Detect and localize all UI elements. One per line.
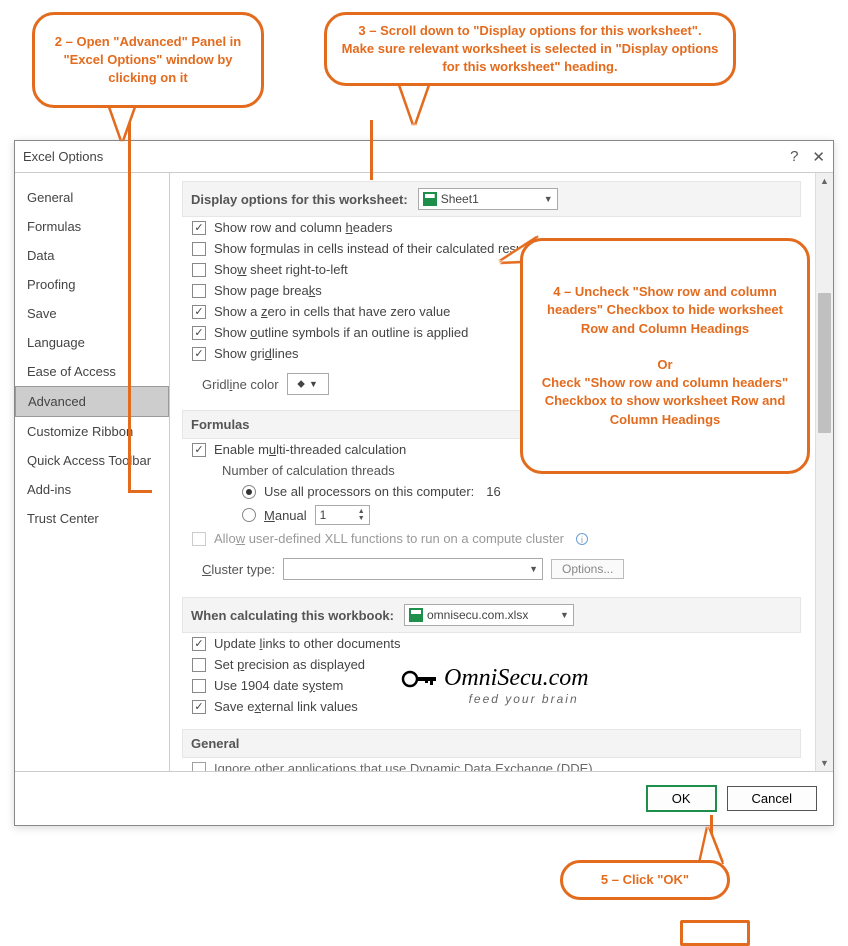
excel-workbook-icon <box>409 608 423 622</box>
callout-3-connector <box>370 120 373 180</box>
gridline-color-label: Gridline color <box>202 377 279 392</box>
color-swatch-icon: ⬥ <box>297 378 305 391</box>
callout-5: 5 – Click "OK" <box>560 860 730 900</box>
section-display-worksheet: Display options for this worksheet: Shee… <box>182 181 801 217</box>
gridline-color-picker[interactable]: ⬥ ▼ <box>287 373 329 395</box>
checkbox-icon <box>192 700 206 714</box>
checkbox-icon <box>192 326 206 340</box>
workbook-name: omnisecu.com.xlsx <box>427 608 528 622</box>
callout-2-tail <box>110 106 134 140</box>
manual-threads-spinner[interactable]: 1 ▲▼ <box>315 505 370 525</box>
excel-sheet-icon <box>423 192 437 206</box>
chevron-down-icon: ▼ <box>560 610 569 620</box>
checkbox-icon <box>192 532 206 546</box>
cluster-type-dropdown[interactable]: ▼ <box>283 558 543 580</box>
sidebar-item-trust-center[interactable]: Trust Center <box>15 504 169 533</box>
titlebar: Excel Options ? ✕ <box>15 141 833 173</box>
key-icon <box>400 667 440 691</box>
checkbox-icon <box>192 762 206 772</box>
cluster-type-label: Cluster type: <box>202 562 275 577</box>
heading-calc-workbook: When calculating this workbook: <box>191 608 394 623</box>
checkbox-icon <box>192 242 206 256</box>
chevron-down-icon: ▼ <box>544 194 553 204</box>
callout-3: 3 – Scroll down to "Display options for … <box>324 12 736 86</box>
cluster-options-button: Options... <box>551 559 624 579</box>
info-icon[interactable]: i <box>576 533 588 545</box>
checkbox-icon <box>192 284 206 298</box>
highlight-ok <box>680 920 750 946</box>
radio-use-all[interactable] <box>242 485 256 499</box>
sidebar-item-language[interactable]: Language <box>15 328 169 357</box>
cb-update-links[interactable]: Update links to other documents <box>182 633 823 654</box>
sidebar-item-proofing[interactable]: Proofing <box>15 270 169 299</box>
vertical-scrollbar[interactable]: ▲ ▼ <box>815 173 833 771</box>
watermark: OmniSecu.com feed your brain <box>400 665 589 706</box>
help-icon[interactable]: ? <box>790 148 798 166</box>
processor-count: 16 <box>486 484 500 499</box>
radio-manual[interactable] <box>242 508 256 522</box>
cb-xll-cluster: Allow user-defined XLL functions to run … <box>182 528 823 549</box>
sidebar-item-data[interactable]: Data <box>15 241 169 270</box>
cancel-button[interactable]: Cancel <box>727 786 817 811</box>
worksheet-name: Sheet1 <box>441 192 479 206</box>
radio-use-all-label: Use all processors on this computer: <box>264 484 474 499</box>
sidebar-item-quick-access-toolbar[interactable]: Quick Access Toolbar <box>15 446 169 475</box>
scroll-down-icon[interactable]: ▼ <box>816 755 833 771</box>
checkbox-icon <box>192 221 206 235</box>
callout-2-connector <box>128 120 131 490</box>
checkbox-icon <box>192 263 206 277</box>
callout-2-connector-h <box>128 490 152 493</box>
close-icon[interactable]: ✕ <box>812 148 825 166</box>
heading-display-worksheet: Display options for this worksheet: <box>191 192 408 207</box>
sidebar-item-save[interactable]: Save <box>15 299 169 328</box>
callout-4: 4 – Uncheck "Show row and column headers… <box>520 238 810 474</box>
section-general: General <box>182 729 801 758</box>
checkbox-icon <box>192 637 206 651</box>
chevron-down-icon: ▼ <box>309 379 318 389</box>
sidebar-item-general[interactable]: General <box>15 183 169 212</box>
checkbox-icon <box>192 658 206 672</box>
radio-manual-label: Manual <box>264 508 307 523</box>
ok-button[interactable]: OK <box>646 785 717 812</box>
scroll-up-icon[interactable]: ▲ <box>816 173 833 189</box>
scroll-thumb[interactable] <box>818 293 831 433</box>
checkbox-icon <box>192 347 206 361</box>
sidebar: General Formulas Data Proofing Save Lang… <box>15 173 170 771</box>
sidebar-item-advanced[interactable]: Advanced <box>15 386 169 417</box>
callout-5-tail <box>700 828 722 864</box>
sidebar-item-customize-ribbon[interactable]: Customize Ribbon <box>15 417 169 446</box>
checkbox-icon <box>192 679 206 693</box>
section-calc-workbook: When calculating this workbook: omnisecu… <box>182 597 801 633</box>
cb-row-col-headers[interactable]: Show row and column headers <box>182 217 823 238</box>
checkbox-icon <box>192 305 206 319</box>
checkbox-icon <box>192 443 206 457</box>
chevron-down-icon: ▼ <box>529 564 538 574</box>
callout-3-tail <box>400 84 428 124</box>
cb-dde[interactable]: Ignore other applications that use Dynam… <box>182 758 823 771</box>
sidebar-item-formulas[interactable]: Formulas <box>15 212 169 241</box>
window-title: Excel Options <box>23 149 790 164</box>
sidebar-item-ease-of-access[interactable]: Ease of Access <box>15 357 169 386</box>
callout-2: 2 – Open "Advanced" Panel in "Excel Opti… <box>32 12 264 108</box>
workbook-selector[interactable]: omnisecu.com.xlsx ▼ <box>404 604 574 626</box>
worksheet-selector[interactable]: Sheet1 ▼ <box>418 188 558 210</box>
